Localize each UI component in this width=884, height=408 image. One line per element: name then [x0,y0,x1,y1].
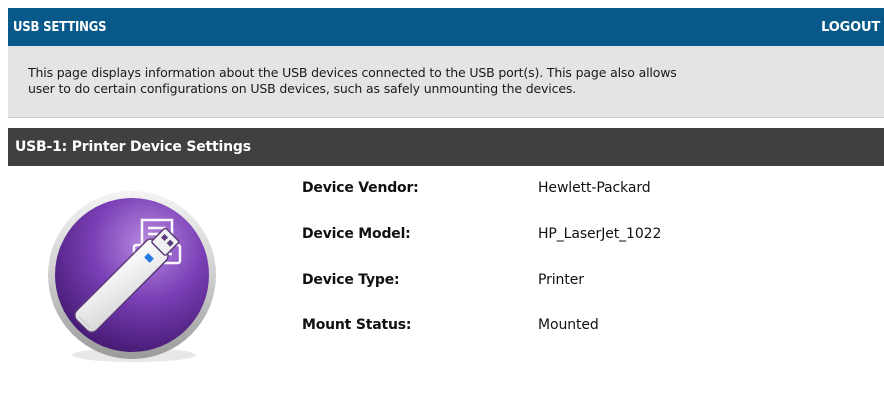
info-panel: This page displays information about the… [8,46,884,118]
device-model-value: HP_LaserJet_1022 [538,226,662,242]
page-title: USB SETTINGS [13,19,107,35]
usb-printer-icon [48,191,216,362]
logout-link[interactable]: LOGOUT [821,20,880,35]
section-title: USB-1: Printer Device Settings [15,139,251,155]
device-type-value: Printer [538,272,584,288]
info-text-line-2: user to do certain configurations on USB… [28,81,577,96]
device-vendor-value: Hewlett-Packard [538,180,651,196]
section-header: USB-1: Printer Device Settings [8,128,884,166]
device-model-label: Device Model: [302,226,411,242]
device-vendor-label: Device Vendor: [302,180,419,196]
device-settings-panel: Device Vendor: Hewlett-Packard Device Mo… [8,166,884,408]
mount-status-label: Mount Status: [302,317,412,333]
mount-status-value: Mounted [538,317,599,333]
usb-settings-header-bar: USB SETTINGS LOGOUT [8,8,884,46]
info-text-line-1: This page displays information about the… [28,65,677,80]
device-type-label: Device Type: [302,272,400,288]
